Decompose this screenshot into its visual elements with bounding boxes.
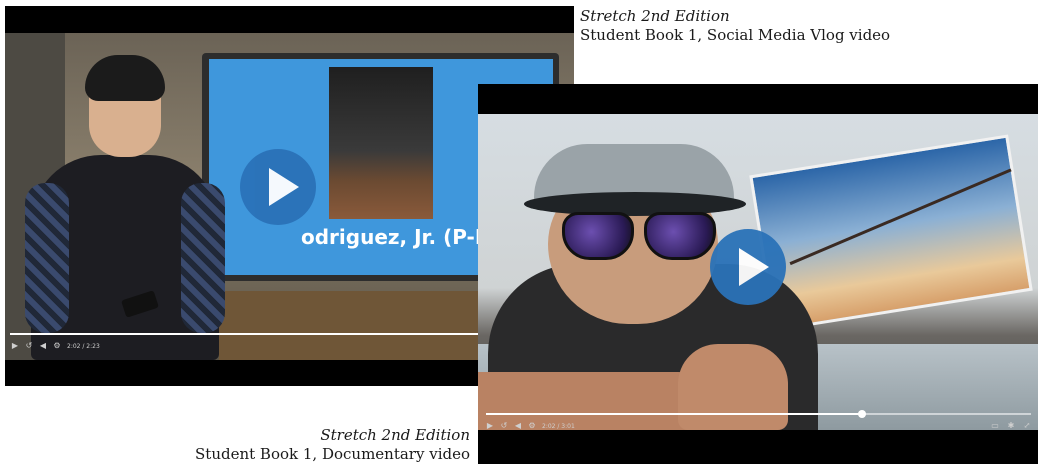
player-controls: ▶ ↺ ◀ ⚙ 2:02 / 2:23	[11, 338, 100, 354]
play-icon[interactable]: ▶	[11, 342, 19, 350]
presenter-sleeve-left	[25, 183, 69, 333]
caption-vlog: Stretch 2nd Edition Student Book 1, Soci…	[580, 7, 890, 45]
caption-edition: Stretch 2nd Edition	[320, 426, 470, 444]
captions-icon[interactable]: ▭	[991, 422, 999, 430]
settings-icon[interactable]: ⚙	[528, 422, 536, 430]
presenter-hair	[85, 55, 165, 101]
caption-edition: Stretch 2nd Edition	[580, 7, 730, 25]
skateboarder-photo	[329, 67, 433, 219]
play-button[interactable]	[710, 229, 786, 305]
time-display: 2:02 / 2:23	[67, 342, 100, 350]
settings-icon[interactable]: ⚙	[53, 342, 61, 350]
progress-fill	[486, 413, 863, 415]
video-player-documentary[interactable]: ▶ ↺ ◀ ⚙ 2:02 / 3:01 ▭ ✱ ⤢	[478, 84, 1038, 464]
caption-title: Student Book 1, Social Media Vlog video	[580, 26, 891, 44]
settings-icon[interactable]: ✱	[1007, 422, 1015, 430]
progress-bar[interactable]	[486, 410, 1031, 418]
time-display: 2:02 / 3:01	[542, 422, 575, 430]
presenter-sleeve-right	[181, 183, 225, 333]
fist	[678, 344, 788, 430]
replay-icon[interactable]: ↺	[25, 342, 33, 350]
caption-documentary: Stretch 2nd Edition Student Book 1, Docu…	[195, 426, 470, 464]
rope-line	[789, 168, 1012, 266]
caption-title: Student Book 1, Documentary video	[195, 445, 470, 463]
fullscreen-icon[interactable]: ⤢	[1023, 422, 1031, 430]
volume-icon[interactable]: ◀	[39, 342, 47, 350]
play-button[interactable]	[240, 149, 316, 225]
replay-icon[interactable]: ↺	[500, 422, 508, 430]
volume-icon[interactable]: ◀	[514, 422, 522, 430]
play-icon[interactable]: ▶	[486, 422, 494, 430]
lens-right	[644, 212, 716, 260]
player-right-controls: ▭ ✱ ⤢	[991, 418, 1031, 434]
sunglasses	[562, 212, 716, 260]
lens-left	[562, 212, 634, 260]
player-controls: ▶ ↺ ◀ ⚙ 2:02 / 3:01	[486, 418, 575, 434]
progress-knob[interactable]	[858, 410, 867, 418]
